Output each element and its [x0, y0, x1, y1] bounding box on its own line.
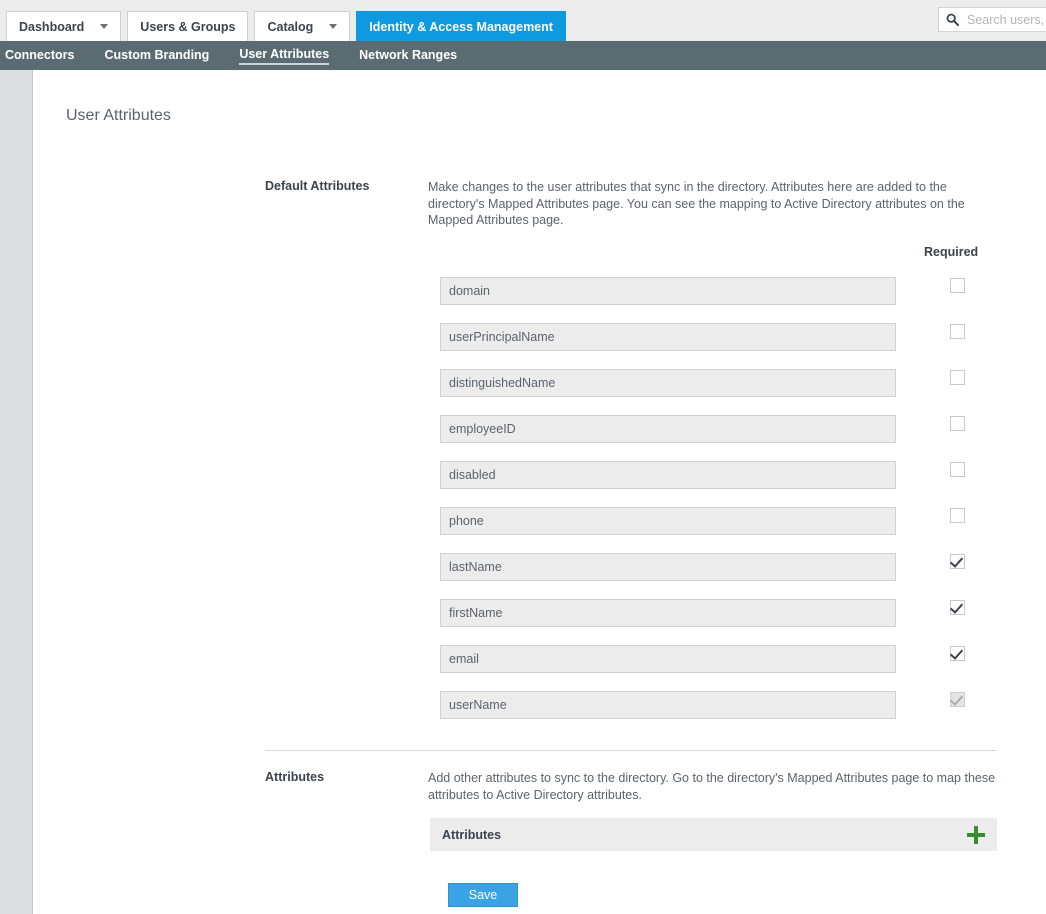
attributes-panel[interactable]: Attributes	[430, 818, 997, 851]
tab-dashboard[interactable]: Dashboard	[6, 11, 122, 41]
search-icon	[946, 13, 959, 26]
tab-label: Users & Groups	[140, 19, 236, 34]
tab-catalog[interactable]: Catalog	[254, 11, 351, 41]
search-box[interactable]	[938, 7, 1046, 32]
left-rail	[0, 70, 33, 914]
main-content: User Attributes Default Attributes Make …	[34, 70, 1046, 914]
default-attributes-description: Make changes to the user attributes that…	[428, 180, 965, 227]
required-checkbox[interactable]	[950, 278, 965, 293]
attributes-description: Add other attributes to sync to the dire…	[428, 771, 996, 802]
attributes-panel-label: Attributes	[442, 827, 502, 842]
attribute-name-input[interactable]	[440, 645, 896, 673]
top-header-bar: Dashboard Users & Groups Catalog Identity &…	[0, 0, 1046, 41]
tab-users-groups[interactable]: Users & Groups	[127, 11, 249, 41]
required-checkbox[interactable]	[950, 324, 965, 339]
plus-icon[interactable]	[967, 825, 985, 844]
attribute-name-input[interactable]	[440, 507, 896, 535]
tab-label: Dashboard	[19, 19, 85, 34]
section-divider	[265, 750, 997, 751]
attributes-label: Attributes	[265, 770, 325, 784]
chevron-down-icon[interactable]	[100, 24, 109, 29]
subnav-item-custom-branding[interactable]: Custom Branding	[104, 48, 209, 64]
tab-identity-access-management[interactable]: Identity & Access Management	[356, 11, 566, 41]
tab-label: Identity & Access Management	[369, 19, 553, 34]
tab-label: Catalog	[267, 19, 314, 34]
subnav-item-connectors[interactable]: Connectors	[5, 48, 74, 64]
attribute-name-input[interactable]	[440, 461, 896, 489]
attribute-name-input[interactable]	[440, 691, 896, 719]
required-checkbox[interactable]	[950, 508, 965, 523]
attribute-name-input[interactable]	[440, 369, 896, 397]
sub-navigation-bar: Connectors Custom Branding User Attributes…	[0, 41, 1046, 70]
attribute-name-input[interactable]	[440, 599, 896, 627]
save-button[interactable]: Save	[448, 883, 518, 907]
required-checkbox[interactable]	[950, 646, 965, 661]
main-tab-bar: Dashboard Users & Groups Catalog Identity &…	[6, 11, 566, 41]
default-attributes-label: Default Attributes	[265, 179, 370, 193]
search-input[interactable]	[965, 11, 1046, 28]
required-checkbox[interactable]	[950, 600, 965, 615]
subnav-item-user-attributes[interactable]: User Attributes	[239, 47, 330, 65]
attribute-name-input[interactable]	[440, 277, 896, 305]
attribute-name-input[interactable]	[440, 415, 896, 443]
required-checkbox[interactable]	[950, 554, 965, 569]
required-checkbox	[950, 692, 965, 707]
page-title: User Attributes	[66, 106, 171, 124]
chevron-down-icon[interactable]	[329, 24, 338, 29]
subnav-item-network-ranges[interactable]: Network Ranges	[359, 48, 457, 64]
attribute-name-input[interactable]	[440, 323, 896, 351]
required-checkbox[interactable]	[950, 462, 965, 477]
required-column-header: Required	[924, 245, 979, 259]
required-checkbox[interactable]	[950, 370, 965, 385]
attribute-name-input[interactable]	[440, 553, 896, 581]
required-checkbox[interactable]	[950, 416, 965, 431]
